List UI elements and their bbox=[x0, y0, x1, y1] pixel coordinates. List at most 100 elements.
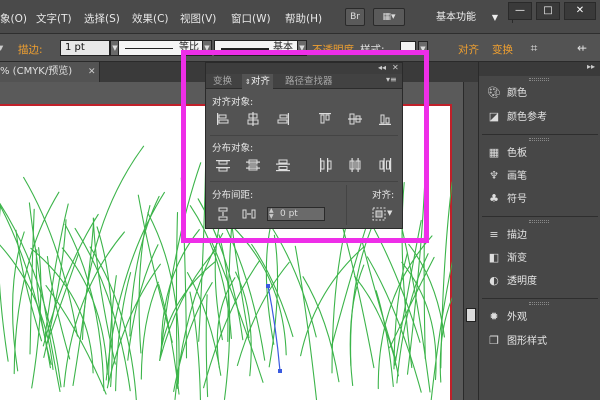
selected-path[interactable] bbox=[267, 285, 281, 372]
vertical-distribute-space-icon[interactable] bbox=[216, 207, 230, 221]
maximize-icon: □ bbox=[543, 5, 553, 16]
stroke-label[interactable]: 描边: bbox=[18, 42, 43, 57]
menu-window[interactable]: 窗口(W) bbox=[231, 11, 271, 26]
isolate-icon[interactable]: ⌗ bbox=[526, 40, 542, 56]
dock-item-color-guide[interactable]: ◪ 颜色参考 bbox=[487, 108, 547, 128]
dock-item-graphic-styles[interactable]: ❐ 图形样式 bbox=[487, 332, 547, 352]
dock-grip[interactable] bbox=[529, 220, 549, 223]
bridge-button[interactable]: Br bbox=[345, 8, 365, 26]
horizontal-distribute-center-icon[interactable] bbox=[348, 158, 362, 172]
workspace-switcher[interactable]: 基本功能 ▼ bbox=[436, 9, 498, 26]
vertical-align-center-icon[interactable] bbox=[348, 112, 362, 126]
expand-dock-icon[interactable]: ▸▸ bbox=[587, 62, 595, 71]
vertical-distribute-center-icon[interactable] bbox=[246, 158, 260, 172]
transform-link[interactable]: 变换 bbox=[492, 42, 513, 57]
brush-line-graphic bbox=[221, 48, 269, 50]
grass-blade[interactable] bbox=[115, 272, 132, 392]
dock-item-color[interactable]: 🎨︎ 颜色 bbox=[487, 84, 527, 104]
vertical-align-bottom-icon[interactable] bbox=[378, 112, 392, 126]
horizontal-distribute-right-icon[interactable] bbox=[378, 158, 392, 172]
brush-definition[interactable]: 基本 bbox=[214, 40, 298, 56]
grass-blade[interactable] bbox=[440, 181, 452, 369]
grass-blade[interactable] bbox=[12, 231, 25, 372]
dock-item-brushes[interactable]: ♆ 画笔 bbox=[487, 167, 527, 187]
fill-dropdown-arrow[interactable]: ▾ bbox=[0, 42, 3, 54]
grass-blade[interactable] bbox=[406, 174, 426, 375]
close-panel-icon[interactable]: ✕ bbox=[392, 63, 399, 72]
panel-menu-icon[interactable]: ⇷ bbox=[574, 40, 590, 56]
close-tab-icon[interactable]: ✕ bbox=[88, 62, 96, 82]
stroke-weight-input[interactable]: 1 pt bbox=[60, 40, 110, 56]
vertical-align-top-icon[interactable] bbox=[318, 112, 332, 126]
dock-item-swatches[interactable]: ▦ 色板 bbox=[487, 144, 527, 164]
grass-blade[interactable] bbox=[203, 260, 261, 389]
profile-dropdown[interactable]: ▼ bbox=[202, 40, 212, 56]
grass-blade[interactable] bbox=[294, 245, 318, 400]
chevron-down-icon: ▼ bbox=[387, 209, 393, 217]
anchor-point[interactable] bbox=[278, 369, 282, 373]
dock-item-stroke[interactable]: ≡ 描边 bbox=[487, 226, 527, 246]
menu-object[interactable]: 象(O) bbox=[0, 11, 27, 26]
grass-blade[interactable] bbox=[331, 224, 347, 374]
panel-titlebar[interactable]: ◂◂ ✕ bbox=[206, 63, 402, 74]
dock-grip[interactable] bbox=[529, 302, 549, 305]
close-window-button[interactable]: ✕ bbox=[564, 2, 596, 20]
grass-blade[interactable] bbox=[42, 213, 99, 347]
opacity-label[interactable]: 不透明度 bbox=[312, 42, 354, 57]
spacing-value-input[interactable]: ▲ ▼ 0 pt bbox=[267, 207, 325, 221]
horizontal-align-center-icon[interactable] bbox=[246, 112, 260, 126]
dock-item-symbols[interactable]: ♣ 符号 bbox=[487, 190, 527, 210]
anchor-point[interactable] bbox=[266, 284, 270, 288]
minimize-button[interactable]: — bbox=[508, 2, 532, 20]
dock-header[interactable]: ▸▸ bbox=[479, 62, 600, 76]
grass-blade[interactable] bbox=[401, 181, 413, 369]
menu-type[interactable]: 文字(T) bbox=[36, 11, 72, 26]
arrange-documents-button[interactable]: ▦▾ bbox=[373, 8, 405, 26]
dock-item-appearance[interactable]: ✹ 外观 bbox=[487, 308, 527, 328]
grass-blade[interactable] bbox=[423, 219, 426, 360]
swatches-icon: ▦ bbox=[488, 146, 500, 159]
horizontal-align-right-icon[interactable] bbox=[276, 112, 290, 126]
dock-item-label: 图形样式 bbox=[507, 336, 547, 347]
tab-align[interactable]: ⇕对齐 bbox=[242, 74, 273, 89]
tab-transform[interactable]: 变换 bbox=[210, 74, 235, 89]
horizontal-distribute-space-icon[interactable] bbox=[242, 207, 256, 221]
vertical-scrollbar[interactable] bbox=[463, 82, 478, 400]
dock-grip[interactable] bbox=[529, 138, 549, 141]
dock-item-transparency[interactable]: ◐ 透明度 bbox=[487, 272, 537, 292]
horizontal-align-left-icon[interactable] bbox=[216, 112, 230, 126]
grass-blade[interactable] bbox=[140, 281, 159, 380]
panel-menu-icon[interactable]: ▾≡ bbox=[386, 75, 397, 84]
maximize-button[interactable]: □ bbox=[536, 2, 560, 20]
grass-blade[interactable] bbox=[205, 294, 209, 398]
graphic-style-swatch[interactable] bbox=[400, 41, 416, 55]
horizontal-distribute-left-icon[interactable] bbox=[318, 158, 332, 172]
variable-width-profile[interactable]: 等比 bbox=[118, 40, 204, 56]
dock-item-label: 符号 bbox=[507, 194, 527, 205]
stepper-arrows-icon[interactable]: ▲ ▼ bbox=[269, 208, 274, 220]
chevron-down-icon: ▼ bbox=[299, 44, 305, 52]
vertical-distribute-top-icon[interactable] bbox=[216, 158, 230, 172]
menu-select[interactable]: 选择(S) bbox=[84, 11, 120, 26]
menu-help[interactable]: 帮助(H) bbox=[285, 11, 322, 26]
grass-blade[interactable] bbox=[160, 229, 200, 353]
style-dropdown[interactable]: ▼ bbox=[418, 41, 428, 55]
profile-label: 等比 bbox=[179, 42, 199, 53]
align-to-dropdown[interactable]: ▼ bbox=[372, 207, 396, 221]
dock-grip[interactable] bbox=[529, 78, 549, 81]
scrollbar-thumb[interactable] bbox=[466, 308, 476, 322]
dock-item-gradient[interactable]: ◧ 渐变 bbox=[487, 249, 527, 269]
collapse-panel-icon[interactable]: ◂◂ bbox=[378, 63, 386, 72]
brush-dropdown[interactable]: ▼ bbox=[297, 40, 307, 56]
align-link[interactable]: 对齐 bbox=[458, 42, 479, 57]
menu-view[interactable]: 视图(V) bbox=[180, 11, 216, 26]
document-tab[interactable]: % (CMYK/预览) ✕ bbox=[0, 62, 100, 82]
grass-blade[interactable] bbox=[0, 206, 9, 362]
grass-blade[interactable] bbox=[230, 224, 287, 356]
vertical-distribute-bottom-icon[interactable] bbox=[276, 158, 290, 172]
menu-effect[interactable]: 效果(C) bbox=[132, 11, 169, 26]
align-objects-label: 对齐对象: bbox=[212, 97, 254, 108]
spacing-value: 0 pt bbox=[280, 209, 298, 219]
tab-pathfinder[interactable]: 路径查找器 bbox=[282, 74, 336, 89]
grass-blade[interactable] bbox=[175, 211, 179, 390]
